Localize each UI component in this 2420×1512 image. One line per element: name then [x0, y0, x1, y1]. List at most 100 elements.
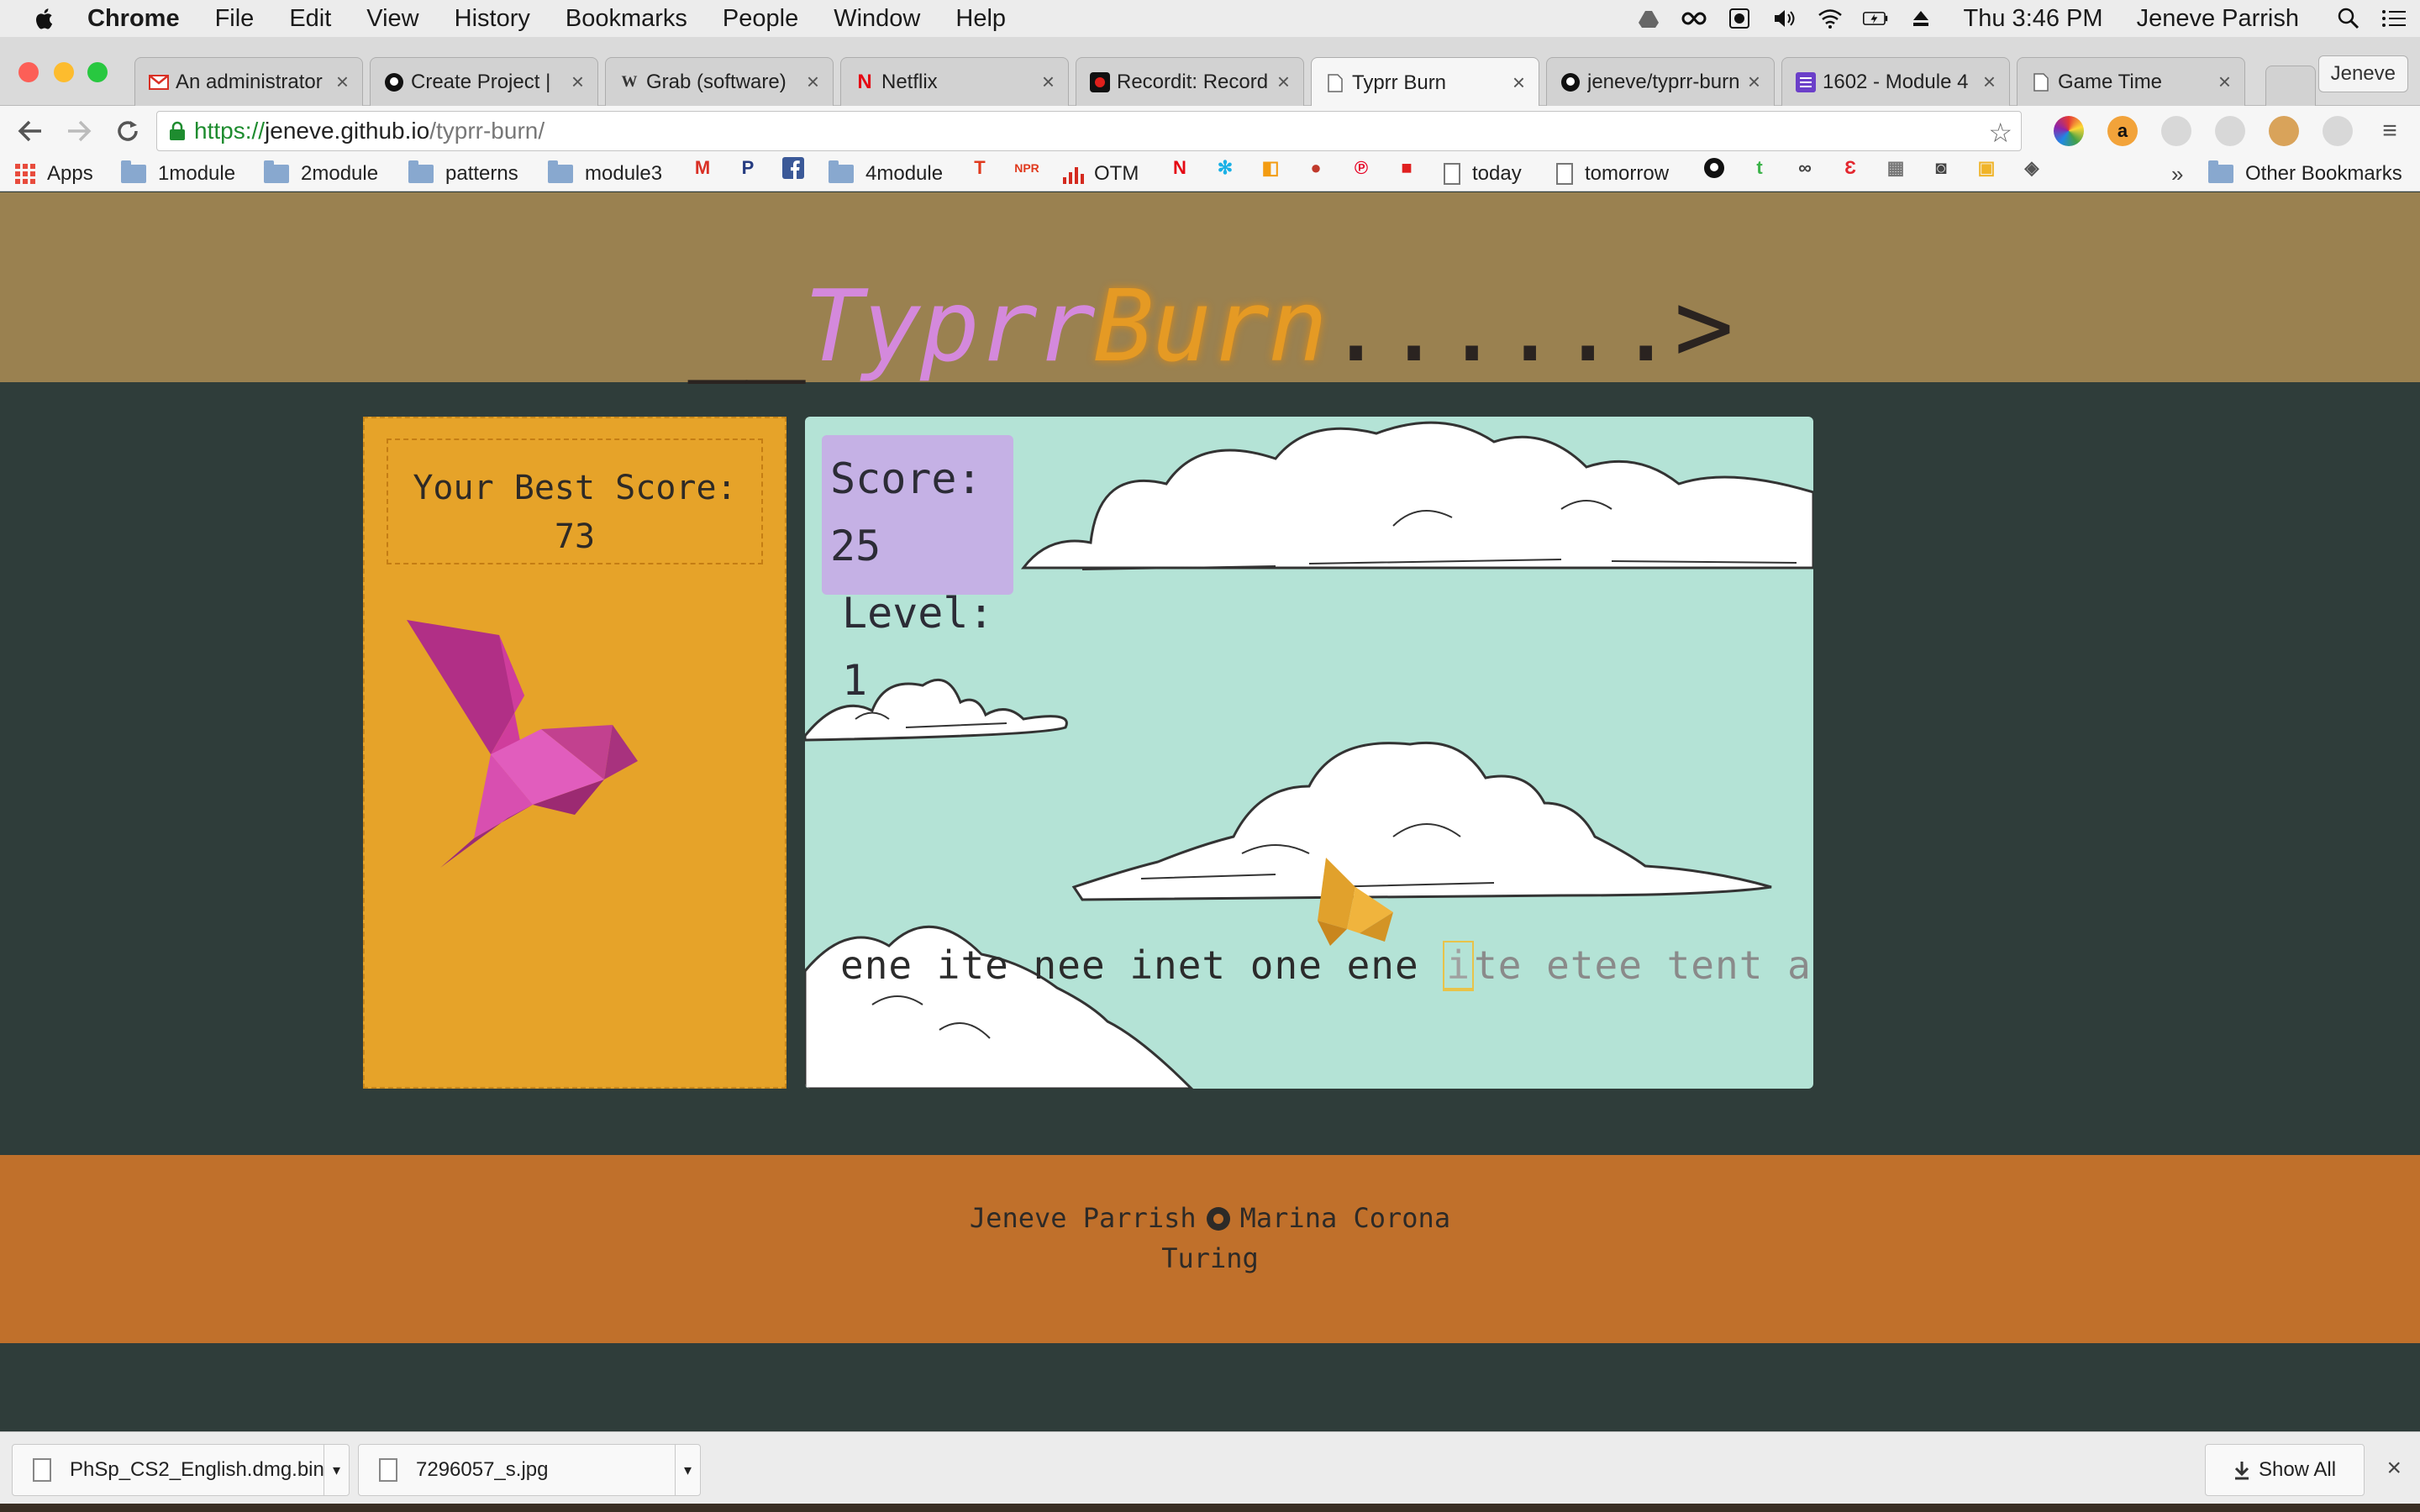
battery-icon[interactable] [1862, 8, 1888, 29]
download-item-dmg[interactable]: PhSp_CS2_English.dmg.bin ▾ [12, 1444, 350, 1496]
profile-button[interactable]: Jeneve [2317, 55, 2408, 92]
tab-close-icon[interactable]: × [1512, 70, 1525, 96]
menu-edit[interactable]: Edit [289, 5, 331, 33]
bookmark-folder-patterns[interactable]: patterns [408, 156, 518, 192]
amazon-extension-icon[interactable]: a [2107, 116, 2138, 146]
word-stream[interactable]: ene ite nee inet one ene ite etee tent a… [840, 941, 1813, 991]
tab-close-icon[interactable]: × [1277, 69, 1290, 95]
github-icon[interactable] [1206, 1207, 1230, 1231]
bookmark-folder-4module[interactable]: 4module [829, 156, 943, 192]
menu-file[interactable]: File [215, 5, 255, 33]
spotlight-search-icon[interactable] [2336, 8, 2361, 29]
snowflake-bookmark-icon[interactable]: ✻ [1213, 156, 1237, 180]
cookie-extension-icon[interactable] [2269, 116, 2299, 146]
eject-icon[interactable] [1908, 8, 1933, 29]
bookmarks-overflow-chevron[interactable]: » [2171, 156, 2183, 192]
color-picker-extension-icon[interactable] [2054, 116, 2084, 146]
menu-history[interactable]: History [455, 5, 530, 33]
tab-create-project[interactable]: Create Project | × [370, 57, 598, 106]
site-logo[interactable]: __TyprrBurn......> [0, 276, 2420, 375]
camera-bookmark-icon[interactable]: ◙ [1929, 156, 1953, 180]
tab-close-icon[interactable]: × [2218, 69, 2231, 95]
red-circle-bookmark-icon[interactable]: ● [1304, 156, 1328, 180]
reload-button[interactable] [109, 113, 146, 150]
tab-game-time[interactable]: Game Time × [2017, 57, 2245, 106]
orange-bookmark-icon[interactable]: ◧ [1259, 156, 1282, 180]
bookmark-other-bookmarks[interactable]: Other Bookmarks [2208, 156, 2402, 192]
facebook-bookmark-icon[interactable] [781, 156, 805, 180]
folder-icon [264, 160, 289, 183]
chrome-menu-icon[interactable]: ≡ [2375, 116, 2405, 146]
menu-app-name[interactable]: Chrome [87, 5, 180, 33]
drive-extension-icon[interactable] [2215, 116, 2245, 146]
bookmark-otm[interactable]: OTM [1062, 156, 1139, 192]
tab-close-icon[interactable]: × [336, 69, 349, 95]
forward-button[interactable] [60, 113, 97, 150]
minimize-window-button[interactable] [54, 62, 74, 82]
note-bookmark-icon[interactable]: ▣ [1975, 156, 1998, 180]
tool-bookmark-icon[interactable]: ▦ [1884, 156, 1907, 180]
address-bar[interactable]: https://jeneve.github.io/typrr-burn/ ☆ [156, 111, 2022, 151]
timer-extension-icon[interactable] [2161, 116, 2191, 146]
menu-window[interactable]: Window [834, 5, 920, 33]
close-window-button[interactable] [18, 62, 39, 82]
volume-icon[interactable] [1772, 8, 1797, 29]
infinity-icon[interactable] [1681, 8, 1707, 29]
user-menu[interactable]: Jeneve Parrish [2137, 5, 2299, 33]
close-downloads-icon[interactable]: × [2386, 1454, 2402, 1483]
download-options-caret[interactable]: ▾ [675, 1445, 700, 1495]
infinity-bookmark-icon[interactable]: ∞ [1793, 156, 1817, 180]
pinterest-bookmark-icon[interactable]: ℗ [1349, 156, 1373, 180]
wifi-icon[interactable] [1818, 8, 1843, 29]
red-bookmark-icon[interactable]: Ɛ [1839, 156, 1862, 180]
menu-view[interactable]: View [366, 5, 418, 33]
tab-close-icon[interactable]: × [807, 69, 819, 95]
tab-gmail[interactable]: An administrator × [134, 57, 363, 106]
game-area[interactable]: Score: 25 Level: 1 ene ite nee inet one … [805, 417, 1813, 1089]
bookmark-tomorrow[interactable]: tomorrow [1556, 156, 1669, 192]
zoom-window-button[interactable] [87, 62, 108, 82]
tab-close-icon[interactable]: × [1748, 69, 1760, 95]
npr-bookmark-icon[interactable]: NPR [1014, 156, 1039, 180]
show-all-downloads-button[interactable]: Show All [2205, 1444, 2365, 1496]
menu-help[interactable]: Help [955, 5, 1006, 33]
apple-icon[interactable] [34, 6, 55, 31]
bookmark-star-icon[interactable]: ☆ [1988, 117, 2012, 149]
refresh-extension-icon[interactable] [2323, 116, 2353, 146]
tab-close-icon[interactable]: × [571, 69, 584, 95]
tab-module-4[interactable]: 1602 - Module 4 × [1781, 57, 2010, 106]
tab-close-icon[interactable]: × [1983, 69, 1996, 95]
record-icon[interactable] [1727, 8, 1752, 29]
tab-grab-software[interactable]: W Grab (software) × [605, 57, 834, 106]
bookmark-folder-1module[interactable]: 1module [121, 156, 235, 192]
bookmark-apps[interactable]: Apps [13, 156, 93, 192]
bookmark-folder-2module[interactable]: 2module [264, 156, 378, 192]
bookmark-today[interactable]: today [1444, 156, 1522, 192]
red-shape-bookmark-icon[interactable]: ■ [1395, 156, 1418, 180]
diamond-bookmark-icon[interactable]: ◈ [2020, 156, 2044, 180]
new-tab-button[interactable] [2265, 66, 2316, 106]
paypal-bookmark-icon[interactable]: P [736, 156, 760, 180]
notification-center-icon[interactable] [2381, 8, 2407, 29]
menu-people[interactable]: People [723, 5, 798, 33]
download-options-caret[interactable]: ▾ [324, 1445, 349, 1495]
clock[interactable]: Thu 3:46 PM [1964, 5, 2103, 33]
download-item-jpg[interactable]: 7296057_s.jpg ▾ [358, 1444, 701, 1496]
bookmark-folder-module3[interactable]: module3 [548, 156, 662, 192]
tab-close-icon[interactable]: × [1042, 69, 1055, 95]
author-marina-link[interactable]: Marina Corona [1240, 1202, 1450, 1234]
gmail-bookmark-icon[interactable]: M [691, 156, 714, 180]
netflix-bookmark-icon[interactable]: N [1168, 156, 1192, 180]
drive-status-icon[interactable] [1636, 8, 1661, 29]
menu-bookmarks[interactable]: Bookmarks [566, 5, 687, 33]
t-bookmark-icon[interactable]: t [1748, 156, 1771, 180]
trello-bookmark-icon[interactable]: T [968, 156, 992, 180]
footer-org[interactable]: Turing [0, 1242, 2420, 1274]
tab-typrr-burn[interactable]: Typrr Burn × [1311, 57, 1539, 108]
github-bookmark-icon[interactable] [1702, 156, 1726, 180]
tab-recordit[interactable]: Recordit: Record × [1076, 57, 1304, 106]
tab-netflix[interactable]: N Netflix × [840, 57, 1069, 106]
author-jeneve-link[interactable]: Jeneve Parrish [970, 1202, 1197, 1234]
back-button[interactable] [12, 113, 49, 150]
tab-github-repo[interactable]: jeneve/typrr-burn × [1546, 57, 1775, 106]
